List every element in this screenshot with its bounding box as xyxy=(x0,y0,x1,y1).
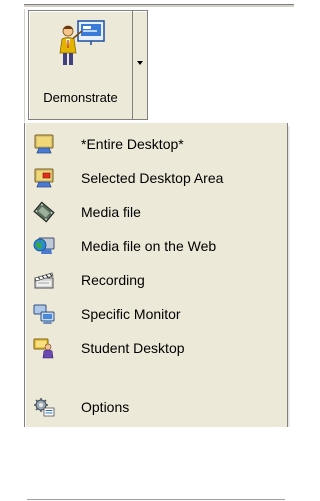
demonstrate-button[interactable]: Demonstrate xyxy=(29,11,133,119)
film-icon xyxy=(33,201,55,223)
menu-item-label: Media file xyxy=(81,204,141,220)
menu-item-media-file[interactable]: Media file xyxy=(25,197,287,227)
menu-item-label: *Entire Desktop* xyxy=(81,136,184,152)
presenter-icon xyxy=(59,20,105,65)
demonstrate-dropdown-arrow[interactable] xyxy=(133,11,147,119)
menu-item-label: Options xyxy=(81,399,130,415)
left-margin xyxy=(0,0,24,427)
menu-item-label: Media file on the Web xyxy=(81,238,217,254)
globe-monitor-icon xyxy=(33,237,55,254)
menu-item-student-desktop[interactable]: Student Desktop xyxy=(25,333,287,363)
monitor-icon xyxy=(34,134,54,154)
app-window: Demonstrate *Entire Desktop* Selected De… xyxy=(0,0,295,501)
toolbar-divider xyxy=(24,4,294,7)
demonstrate-label: Demonstrate xyxy=(43,90,118,105)
menu-item-recording[interactable]: Recording xyxy=(25,265,287,295)
dual-monitor-icon xyxy=(33,304,55,324)
menu-item-media-file-web[interactable]: Media file on the Web xyxy=(25,231,287,261)
toolbar: Demonstrate xyxy=(24,0,295,122)
menu-item-specific-monitor[interactable]: Specific Monitor xyxy=(25,299,287,329)
monitor-area-icon xyxy=(34,168,54,188)
menu-item-entire-desktop[interactable]: *Entire Desktop* xyxy=(25,129,287,159)
menu-item-options[interactable]: Options xyxy=(25,392,287,422)
chevron-down-icon xyxy=(137,61,143,65)
demonstrate-split-button[interactable]: Demonstrate xyxy=(28,10,148,120)
options-gear-icon xyxy=(34,398,55,417)
student-monitor-icon xyxy=(33,338,54,359)
clapperboard-icon xyxy=(34,272,54,289)
menu-item-label: Selected Desktop Area xyxy=(81,170,224,186)
demonstrate-menu: *Entire Desktop* Selected Desktop Area M… xyxy=(24,123,288,501)
menu-item-label: Student Desktop xyxy=(81,340,185,356)
menu-item-selected-desktop-area[interactable]: Selected Desktop Area xyxy=(25,163,287,193)
menu-item-label: Specific Monitor xyxy=(81,306,181,322)
menu-item-label: Recording xyxy=(81,272,145,288)
